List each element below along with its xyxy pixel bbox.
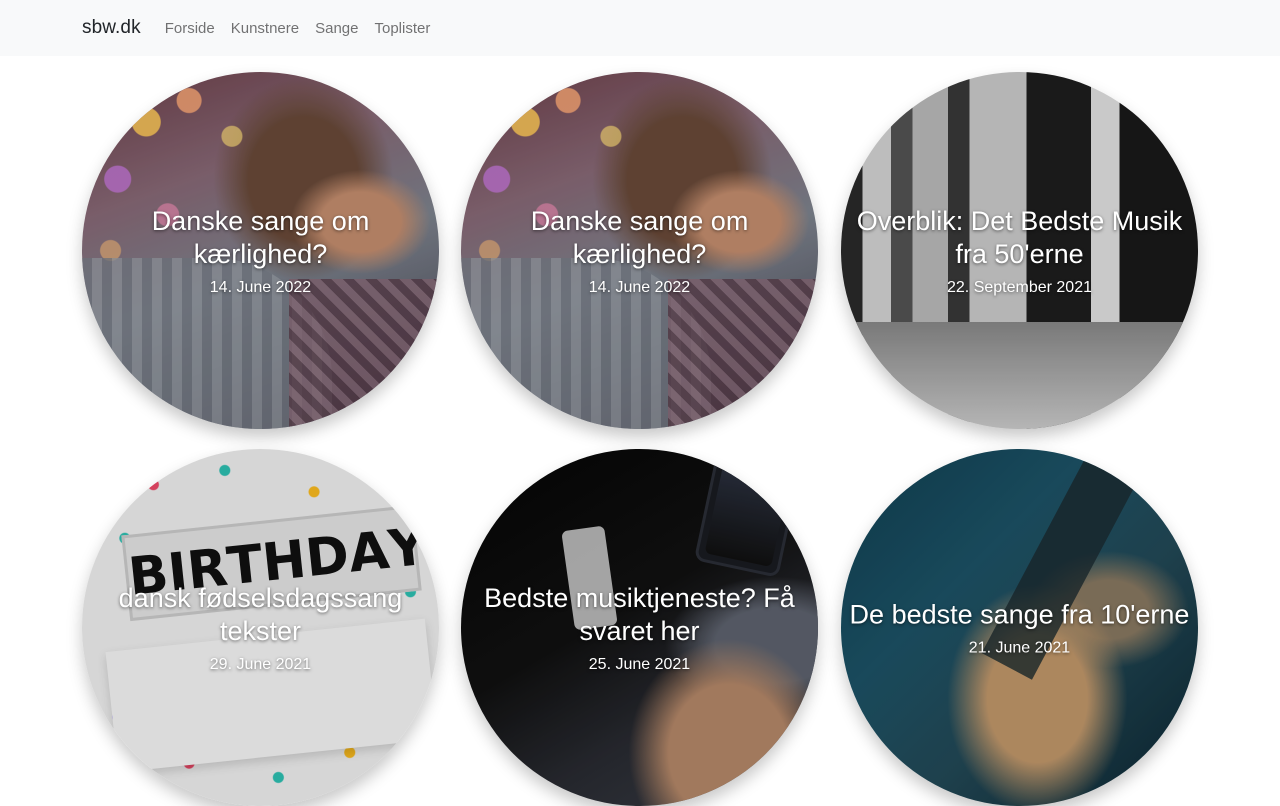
post-card[interactable]: Danske sange om kærlighed? 14. June 2022 [461,72,818,429]
post-date: 22. September 2021 [947,278,1092,296]
post-date: 14. June 2022 [588,278,691,296]
post-title: dansk fødselsdagssang tekster [118,582,403,646]
post-title: Bedste musiktjeneste? Få svaret her [484,582,795,646]
post-title: Danske sange om kærlighed? [151,205,370,269]
post-title: Danske sange om kærlighed? [530,205,749,269]
post-card[interactable]: Danske sange om kærlighed? 14. June 2022 [82,72,439,429]
post-date: 29. June 2021 [209,655,312,673]
post-card[interactable]: BIRTHDAY dansk fødselsdagssang tekster 2… [82,449,439,806]
post-title: Overblik: Det Bedste Musik fra 50'erne [856,205,1183,269]
post-date: 14. June 2022 [209,278,312,296]
post-date: 25. June 2021 [588,655,691,673]
post-card[interactable]: De bedste sange fra 10'erne 21. June 202… [841,449,1198,806]
post-date: 21. June 2021 [968,639,1071,656]
post-card[interactable]: Bedste musiktjeneste? Få svaret her 25. … [461,449,818,806]
post-card[interactable]: Overblik: Det Bedste Musik fra 50'erne 2… [841,72,1198,429]
post-grid: Danske sange om kærlighed? 14. June 2022… [0,0,1280,806]
post-title: De bedste sange fra 10'erne [849,599,1190,629]
